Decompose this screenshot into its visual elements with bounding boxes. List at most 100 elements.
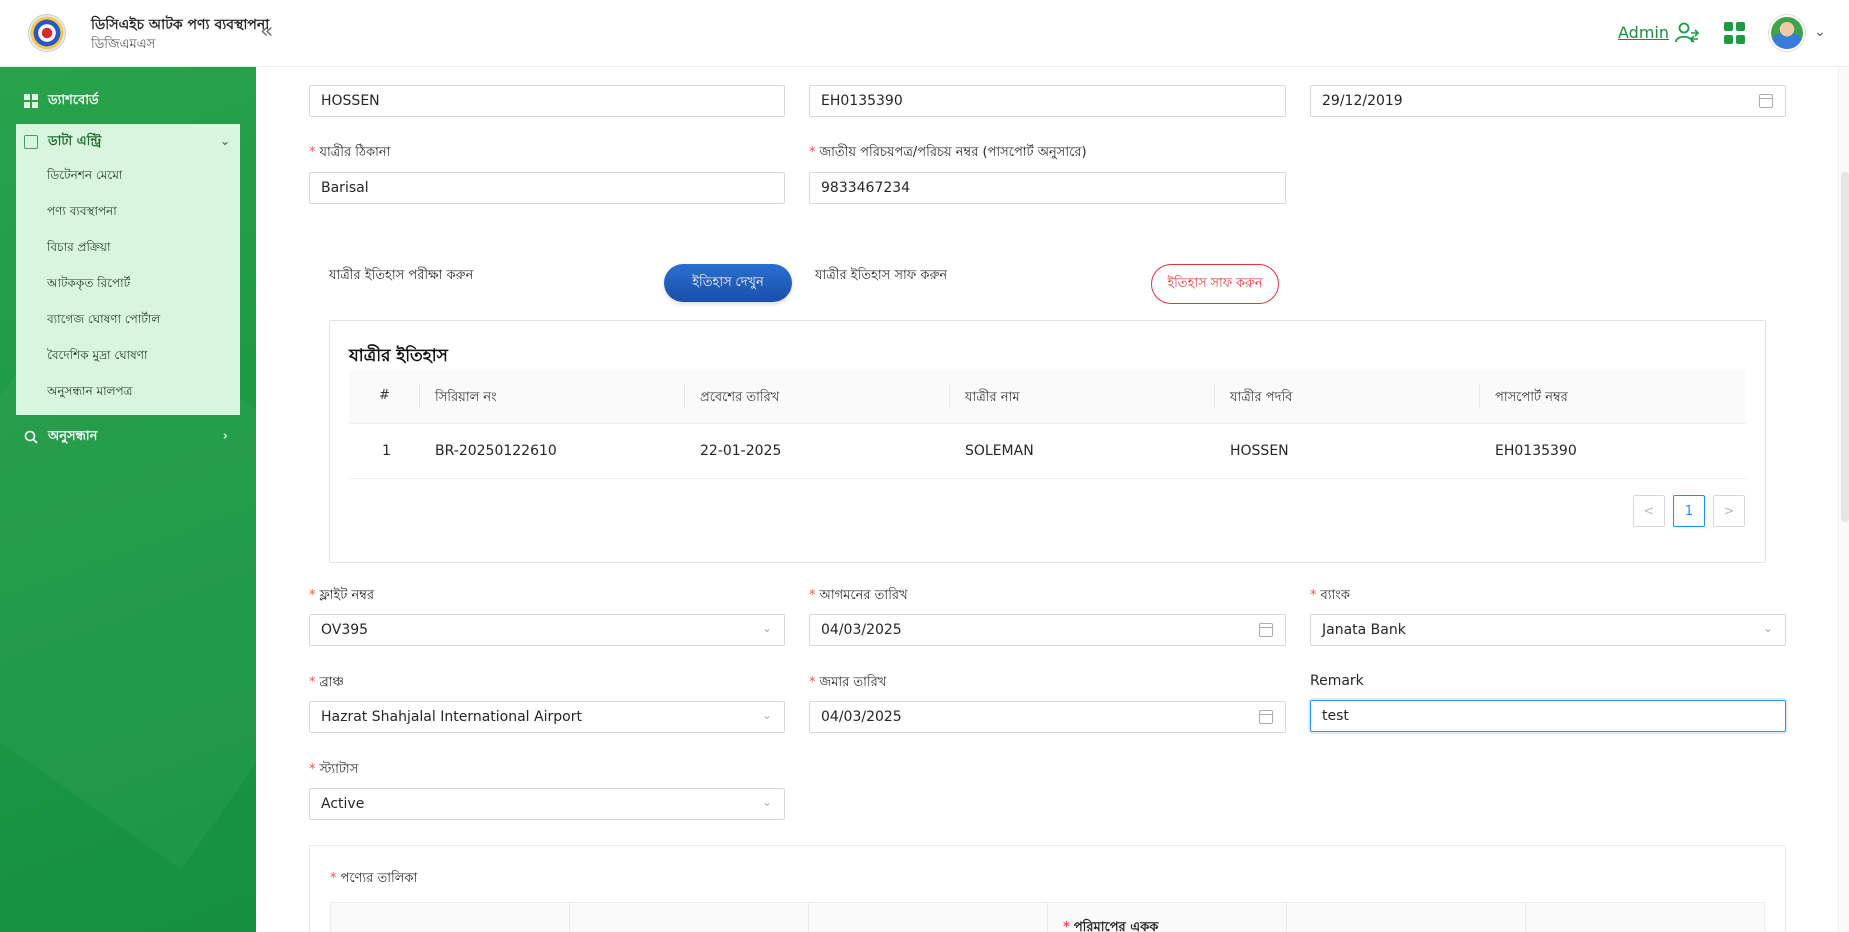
chevron-right-icon: › — [222, 429, 228, 444]
user-switch-icon[interactable] — [1674, 20, 1700, 46]
table-cell: HOSSEN — [1230, 443, 1289, 459]
search-icon — [24, 430, 38, 444]
sidebar-item-label: ড্যাশবোর্ড — [48, 92, 99, 108]
sidebar-item-label: ডাটা এন্ট্রি — [48, 133, 102, 149]
field-value: 04/03/2025 — [821, 709, 902, 725]
last-name-field[interactable]: HOSSEN — [309, 85, 785, 117]
chevron-down-icon: ⌄ — [219, 134, 230, 148]
table-cell: 22-01-2025 — [700, 443, 782, 459]
field-value: 04/03/2025 — [821, 622, 902, 638]
table-cell: EH0135390 — [1495, 443, 1577, 459]
scrollbar-thumb[interactable] — [1841, 172, 1849, 522]
deposit-date-picker[interactable]: 04/03/2025 — [809, 701, 1286, 733]
field-value: EH0135390 — [821, 93, 903, 109]
sidebar-item-label: অনুসন্ধান — [48, 428, 98, 444]
apps-grid-icon[interactable] — [1724, 22, 1746, 44]
field-value: HOSSEN — [321, 93, 380, 109]
column-divider — [808, 902, 809, 932]
history-title: যাত্রীর ইতিহাস — [349, 346, 448, 366]
bank-label: * ব্যাংক — [1310, 588, 1350, 603]
clear-history-button[interactable]: ইতিহাস সাফ করুন — [1151, 264, 1279, 304]
arrival-date-label: * আগমনের তারিখ — [809, 588, 908, 603]
remark-input[interactable]: test — [1310, 700, 1786, 732]
bank-select[interactable]: Janata Bank ⌄ — [1310, 614, 1786, 646]
arrival-date-picker[interactable]: 04/03/2025 — [809, 614, 1286, 646]
branch-select[interactable]: Hazrat Shahjalal International Airport ⌄ — [309, 701, 785, 733]
sidebar-item-search[interactable]: অনুসন্ধান › — [0, 419, 256, 455]
field-value: 29/12/2019 — [1322, 93, 1403, 109]
dashboard-icon — [24, 94, 38, 108]
pagination-next-button[interactable]: > — [1713, 495, 1745, 527]
calendar-icon — [1759, 94, 1773, 108]
submenu-foreign-currency[interactable]: বৈদেশিক মুদ্রা ঘোষণা — [47, 347, 147, 367]
column-header: যাত্রীর পদবি — [1230, 390, 1293, 405]
flight-select[interactable]: OV395 ⌄ — [309, 614, 785, 646]
field-value: Barisal — [321, 180, 369, 196]
pagination-prev-button[interactable]: < — [1633, 495, 1665, 527]
passport-expiry-date-picker[interactable]: 29/12/2019 — [1310, 85, 1786, 117]
column-divider — [1479, 384, 1480, 408]
top-header: ডিসিএইচ আটক পণ্য ব্যবস্থাপনা ডিজিএমএস « … — [0, 0, 1849, 67]
product-list-label: * পণ্যের তালিকা — [330, 871, 418, 886]
row-divider — [349, 478, 1746, 479]
nid-label: * জাতীয় পরিচয়পত্র/পরিচয় নম্বর (পাসপোর্… — [809, 145, 1087, 160]
app-subtitle: ডিজিএমএস — [91, 37, 156, 52]
chevron-down-icon: ⌄ — [1762, 621, 1773, 635]
field-value: Janata Bank — [1322, 622, 1406, 638]
field-value: test — [1322, 708, 1349, 724]
remark-label: Remark — [1310, 673, 1364, 689]
chevron-down-icon: ⌄ — [761, 708, 772, 722]
field-value: Hazrat Shahjalal International Airport — [321, 709, 582, 725]
app-title: ডিসিএইচ আটক পণ্য ব্যবস্থাপনা — [91, 17, 270, 33]
field-value: Active — [321, 796, 365, 812]
calendar-icon — [1259, 623, 1273, 637]
column-divider — [1525, 902, 1526, 932]
column-header: পাসপোর্ট নম্বর — [1495, 390, 1568, 405]
collapse-sidebar-icon[interactable]: « — [260, 20, 273, 44]
column-divider — [1047, 902, 1048, 932]
view-history-button[interactable]: ইতিহাস দেখুন — [664, 264, 792, 302]
submenu-detention-memo[interactable]: ডিটেনশন মেমো — [47, 167, 122, 187]
calendar-icon — [1259, 710, 1273, 724]
column-divider — [949, 384, 950, 408]
check-history-label: যাত্রীর ইতিহাস পরীক্ষা করুন — [329, 268, 474, 283]
clear-history-label: যাত্রীর ইতিহাস সাফ করুন — [815, 268, 948, 283]
address-label: * যাত্রীর ঠিকানা — [309, 145, 391, 160]
sidebar: ড্যাশবোর্ড ডাটা এন্ট্রি ⌄ ডিটেনশন মেমো প… — [0, 67, 256, 932]
user-avatar[interactable] — [1769, 15, 1805, 51]
flight-label: * ফ্লাইট নম্বর — [309, 588, 375, 603]
sidebar-item-data-entry[interactable]: ডাটা এন্ট্রি ⌄ — [16, 124, 240, 160]
pagination-page-1[interactable]: 1 — [1673, 495, 1705, 527]
status-select[interactable]: Active ⌄ — [309, 788, 785, 820]
column-divider — [684, 384, 685, 408]
submenu-trial-process[interactable]: বিচার প্রক্রিয়া — [47, 239, 110, 259]
submenu-search-goods[interactable]: অনুসন্ধান মালপত্র — [47, 383, 133, 403]
table-cell: 1 — [382, 443, 391, 459]
chevron-down-icon: ⌄ — [761, 795, 772, 809]
address-field[interactable]: Barisal — [309, 172, 785, 204]
column-header: যাত্রীর নাম — [965, 390, 1020, 405]
submenu-product-management[interactable]: পণ্য ব্যবস্থাপনা — [47, 203, 117, 223]
table-cell: BR-20250122610 — [435, 443, 557, 459]
column-divider — [1214, 384, 1215, 408]
column-header: প্রবেশের তারিখ — [700, 390, 780, 405]
app-logo — [28, 14, 66, 52]
chevron-down-icon[interactable]: ⌄ — [1814, 24, 1826, 40]
passport-number-field[interactable]: EH0135390 — [809, 85, 1286, 117]
admin-link[interactable]: Admin — [1618, 23, 1669, 42]
table-cell: SOLEMAN — [965, 443, 1034, 459]
submenu-seized-report[interactable]: আটককৃত রিপোর্ট — [47, 275, 130, 295]
column-divider — [1286, 902, 1287, 932]
deposit-date-label: * জমার তারিখ — [809, 675, 887, 690]
column-header: সিরিয়াল নং — [435, 390, 497, 405]
branch-label: * ব্রাঞ্চ — [309, 675, 344, 690]
sidebar-item-dashboard[interactable]: ড্যাশবোর্ড — [0, 83, 256, 119]
nid-field[interactable]: 9833467234 — [809, 172, 1286, 204]
unit-column-header: * পরিমাপের একক — [1063, 920, 1159, 932]
form-icon — [24, 135, 38, 149]
history-panel — [329, 320, 1766, 563]
field-value: OV395 — [321, 622, 369, 638]
chevron-down-icon: ⌄ — [761, 621, 772, 635]
column-divider — [569, 902, 570, 932]
submenu-baggage-portal[interactable]: ব্যাগেজ ঘোষণা পোর্টাল — [47, 311, 160, 331]
